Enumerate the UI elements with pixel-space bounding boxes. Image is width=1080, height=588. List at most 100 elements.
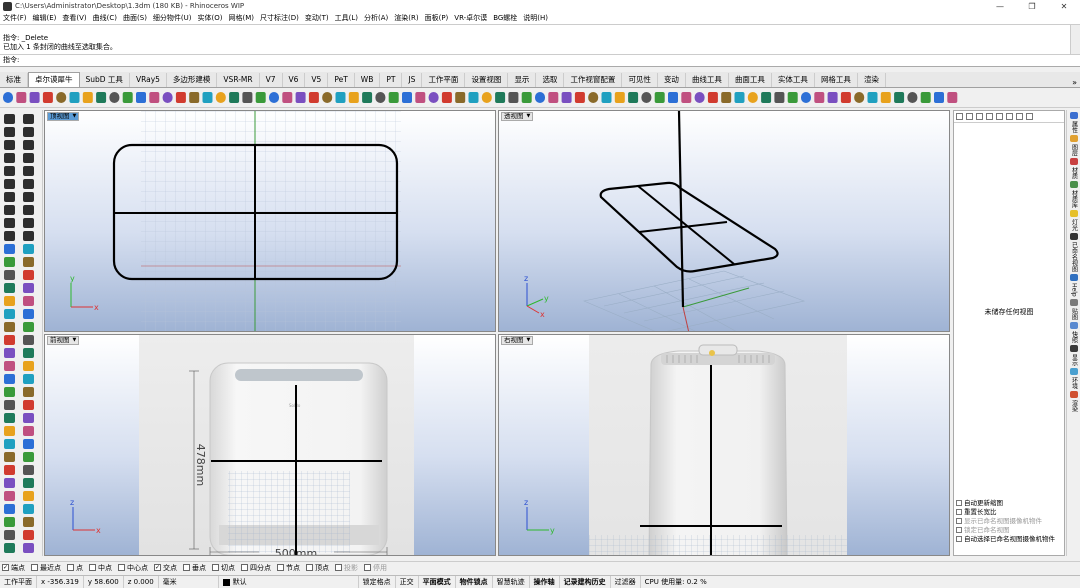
left-tool-icon[interactable] (4, 387, 15, 397)
left-tool-icon[interactable] (23, 387, 34, 397)
left-tool-icon[interactable] (4, 348, 15, 358)
tabs-overflow-icon[interactable]: » (1069, 78, 1080, 87)
left-tool-icon[interactable] (4, 270, 15, 280)
toolbar-command-icon[interactable] (109, 92, 120, 103)
toolbar-command-icon[interactable] (495, 92, 506, 103)
left-tool-icon[interactable] (23, 374, 34, 384)
toolbar-command-icon[interactable] (947, 92, 958, 103)
left-tool-icon[interactable] (4, 140, 15, 150)
left-tool-icon[interactable] (4, 283, 15, 293)
toolbar-command-icon[interactable] (801, 92, 811, 103)
left-tool-icon[interactable] (23, 400, 34, 410)
status-layer[interactable]: 默认 (219, 576, 359, 588)
restore-view-icon[interactable] (1016, 113, 1023, 120)
toolbar-command-icon[interactable] (641, 92, 652, 103)
toggle-filter[interactable]: 过滤器 (611, 576, 641, 588)
viewport-label-top[interactable]: 顶视图 ▼ (47, 112, 80, 121)
left-tool-icon[interactable] (4, 478, 15, 488)
tab-render[interactable]: 渲染 (858, 73, 886, 87)
side-tab-layers[interactable]: 图层 (1069, 144, 1079, 156)
tab-pt[interactable]: PT (380, 73, 403, 87)
toolbar-command-icon[interactable] (269, 92, 279, 103)
toolbar-command-icon[interactable] (734, 92, 745, 103)
left-tool-icon[interactable] (23, 309, 34, 319)
toolbar-command-icon[interactable] (162, 92, 173, 103)
menu-view[interactable]: 查看(V) (59, 13, 89, 23)
left-tool-icon[interactable] (4, 426, 15, 436)
tab-solid-tools[interactable]: 实体工具 (772, 73, 815, 87)
left-tool-icon[interactable] (4, 114, 15, 124)
tab-select[interactable]: 选取 (536, 73, 565, 87)
checkbox[interactable] (364, 564, 371, 571)
toolbar-command-icon[interactable] (535, 92, 545, 103)
edit-view-icon[interactable] (966, 113, 973, 120)
toolbar-command-icon[interactable] (455, 92, 466, 103)
paste-view-icon[interactable] (996, 113, 1003, 120)
camera-icon[interactable] (1026, 113, 1033, 120)
left-tool-icon[interactable] (23, 491, 34, 501)
option-auto-update[interactable]: 自动更新缩图 (956, 499, 1055, 508)
tab-js[interactable]: JS (402, 73, 423, 87)
left-tool-icon[interactable] (23, 153, 34, 163)
left-tool-icon[interactable] (23, 205, 34, 215)
side-tab-display[interactable]: 显示 (1069, 354, 1079, 366)
menu-analyze[interactable]: 分析(A) (361, 13, 391, 23)
tab-mesh-tools[interactable]: 网格工具 (815, 73, 858, 87)
toolbar-command-icon[interactable] (3, 92, 13, 103)
left-tool-icon[interactable] (4, 530, 15, 540)
toolbar-command-icon[interactable] (614, 92, 625, 103)
osnap-option[interactable]: 节点 (277, 563, 300, 573)
left-tool-icon[interactable] (4, 244, 15, 254)
toolbar-command-icon[interactable] (880, 92, 891, 103)
toolbar-command-icon[interactable] (468, 92, 479, 103)
toolbar-command-icon[interactable] (388, 92, 399, 103)
osnap-option[interactable]: 垂点 (183, 563, 206, 573)
toolbar-command-icon[interactable] (202, 92, 213, 103)
osnap-option[interactable]: 切点 (212, 563, 235, 573)
tab-vsr-mr[interactable]: VSR-MR (217, 73, 260, 87)
toolbar-command-icon[interactable] (588, 92, 599, 103)
left-tool-icon[interactable] (4, 517, 15, 527)
left-tool-icon[interactable] (4, 491, 15, 501)
toolbar-command-icon[interactable] (415, 92, 426, 103)
osnap-option[interactable]: 四分点 (241, 563, 271, 573)
toolbar-command-icon[interactable] (16, 92, 27, 103)
left-tool-icon[interactable] (23, 439, 34, 449)
tab-set-view[interactable]: 设置视图 (465, 73, 509, 87)
left-tool-icon[interactable] (23, 504, 34, 514)
left-tool-icon[interactable] (4, 504, 15, 514)
menu-subd[interactable]: 细分物件(U) (150, 13, 195, 23)
menu-edit[interactable]: 编辑(E) (30, 13, 60, 23)
side-tab-lights[interactable]: 灯光 (1069, 219, 1079, 231)
side-tab-snapshots[interactable]: 快照 (1069, 331, 1079, 343)
command-prompt-input[interactable]: 指令: (0, 55, 1080, 67)
checkbox[interactable] (306, 564, 313, 571)
osnap-option[interactable]: 中心点 (118, 563, 148, 573)
toolbar-command-icon[interactable] (175, 92, 186, 103)
command-history-scrollbar[interactable] (1070, 25, 1080, 54)
checkbox[interactable] (335, 564, 342, 571)
toolbar-command-icon[interactable] (920, 92, 931, 103)
osnap-option[interactable]: 投影 (335, 563, 358, 573)
toggle-smarttrack[interactable]: 智慧轨迹 (493, 576, 530, 588)
tab-zeromo[interactable]: 卓尔谟犀牛 (28, 72, 80, 87)
left-tool-icon[interactable] (4, 322, 15, 332)
toolbar-command-icon[interactable] (654, 92, 665, 103)
left-tool-icon[interactable] (4, 257, 15, 267)
left-tool-icon[interactable] (23, 179, 34, 189)
checkbox[interactable] (241, 564, 248, 571)
viewport-label-front[interactable]: 前视图 ▼ (47, 336, 80, 345)
left-tool-icon[interactable] (4, 400, 15, 410)
options-icon[interactable] (1006, 113, 1013, 120)
toolbar-command-icon[interactable] (574, 92, 585, 103)
osnap-option[interactable]: 最近点 (31, 563, 61, 573)
menu-solid[interactable]: 实体(O) (195, 13, 226, 23)
left-tool-icon[interactable] (23, 192, 34, 202)
toolbar-command-icon[interactable] (601, 92, 612, 103)
menu-tools[interactable]: 工具(L) (332, 13, 361, 23)
left-tool-icon[interactable] (23, 127, 34, 137)
osnap-option[interactable]: 顶点 (306, 563, 329, 573)
left-tool-icon[interactable] (4, 218, 15, 228)
toolbar-command-icon[interactable] (774, 92, 785, 103)
left-tool-icon[interactable] (4, 166, 15, 176)
